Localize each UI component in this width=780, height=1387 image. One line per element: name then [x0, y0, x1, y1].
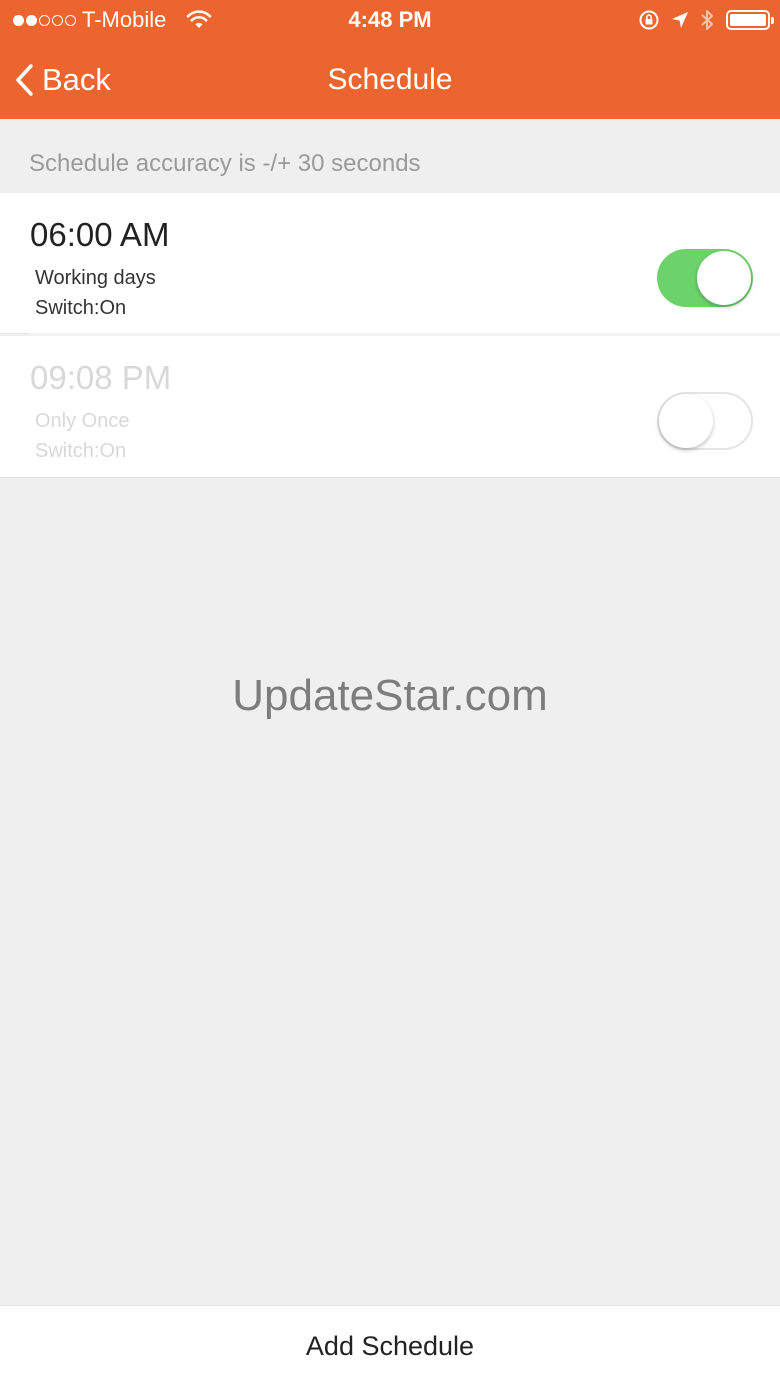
schedule-action: Switch:On: [35, 440, 127, 462]
schedule-time: 06:00 AM: [30, 216, 170, 253]
schedule-enable-toggle[interactable]: [657, 249, 753, 307]
schedule-repeat: Working days: [35, 267, 156, 289]
status-bar: T-Mobile 4:48 PM: [0, 0, 780, 40]
schedule-time: 09:08 PM: [30, 359, 172, 396]
back-button[interactable]: Back: [14, 60, 111, 100]
page-title: Schedule: [327, 63, 453, 96]
navigation-header: T-Mobile 4:48 PM Back Schedule: [0, 0, 780, 119]
schedule-item[interactable]: 09:08 PM Only Once Switch:On: [0, 336, 780, 478]
schedule-enable-toggle[interactable]: [657, 392, 753, 450]
add-schedule-button[interactable]: Add Schedule: [0, 1305, 780, 1387]
bluetooth-icon: [701, 10, 713, 30]
orientation-lock-icon: [639, 10, 659, 30]
toggle-knob: [659, 394, 713, 448]
location-arrow-icon: [672, 12, 688, 28]
watermark-text: UpdateStar.com: [232, 671, 548, 720]
battery-icon: [726, 10, 774, 30]
back-button-label: Back: [42, 62, 111, 97]
schedule-item[interactable]: 06:00 AM Working days Switch:On: [0, 193, 780, 334]
schedule-accuracy-notice: Schedule accuracy is -/+ 30 seconds: [29, 150, 421, 177]
chevron-left-icon: [16, 64, 33, 96]
schedule-repeat: Only Once: [35, 410, 130, 432]
schedule-action: Switch:On: [35, 297, 127, 319]
toggle-knob: [697, 251, 751, 305]
